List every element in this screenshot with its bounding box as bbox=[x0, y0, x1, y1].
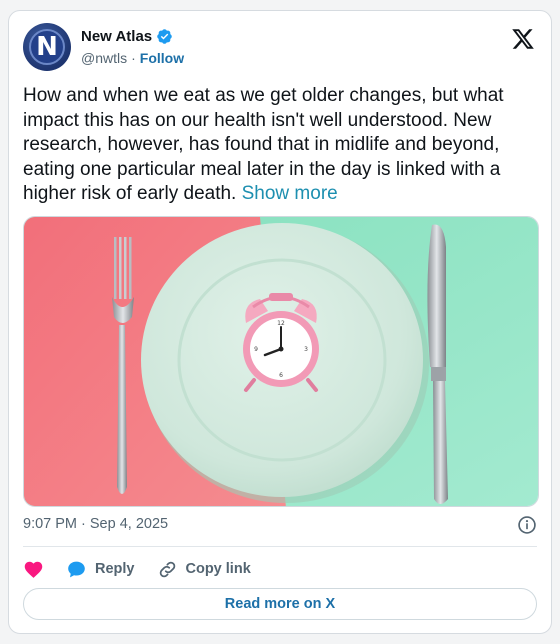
verified-badge-icon bbox=[157, 29, 172, 44]
heart-icon bbox=[24, 561, 43, 578]
copy-link-button[interactable]: Copy link bbox=[157, 559, 251, 580]
divider bbox=[23, 546, 537, 547]
display-name[interactable]: New Atlas bbox=[81, 28, 152, 45]
svg-text:3: 3 bbox=[304, 346, 308, 353]
tweet-media-image[interactable]: 12 3 6 9 bbox=[23, 216, 539, 507]
handle[interactable]: @nwtls bbox=[81, 50, 127, 66]
plate-clock-illustration: 12 3 6 9 bbox=[24, 217, 538, 506]
svg-text:9: 9 bbox=[254, 346, 258, 353]
handle-separator: · bbox=[131, 50, 136, 66]
avatar[interactable]: N bbox=[23, 23, 71, 71]
tweet-text: How and when we eat as we get older chan… bbox=[23, 84, 541, 207]
reply-bubble-icon bbox=[68, 561, 85, 577]
read-more-button[interactable]: Read more on X bbox=[23, 588, 537, 620]
copy-link-label: Copy link bbox=[185, 561, 251, 577]
tweet-card[interactable]: N New Atlas @nwtls · Follow How and when… bbox=[8, 10, 552, 634]
avatar-letter: N bbox=[36, 32, 58, 62]
handle-row: @nwtls · Follow bbox=[81, 50, 184, 66]
read-more-label: Read more on X bbox=[224, 596, 336, 612]
info-icon[interactable] bbox=[517, 515, 537, 535]
like-button[interactable] bbox=[23, 559, 44, 580]
link-icon bbox=[159, 561, 175, 577]
tweet-timestamp[interactable]: 9:07 PM · Sep 4, 2025 bbox=[23, 516, 168, 532]
x-logo-icon[interactable] bbox=[511, 27, 535, 51]
avatar-ring: N bbox=[29, 29, 65, 65]
follow-button[interactable]: Follow bbox=[140, 50, 184, 66]
reply-label: Reply bbox=[95, 561, 135, 577]
svg-text:12: 12 bbox=[277, 320, 285, 327]
svg-text:6: 6 bbox=[279, 372, 283, 379]
reply-button[interactable]: Reply bbox=[66, 559, 135, 580]
show-more-link[interactable]: Show more bbox=[242, 183, 338, 204]
tweet-header: N New Atlas @nwtls · Follow bbox=[23, 23, 537, 75]
name-row: New Atlas bbox=[81, 28, 173, 45]
action-bar: Reply Copy link bbox=[23, 556, 273, 582]
